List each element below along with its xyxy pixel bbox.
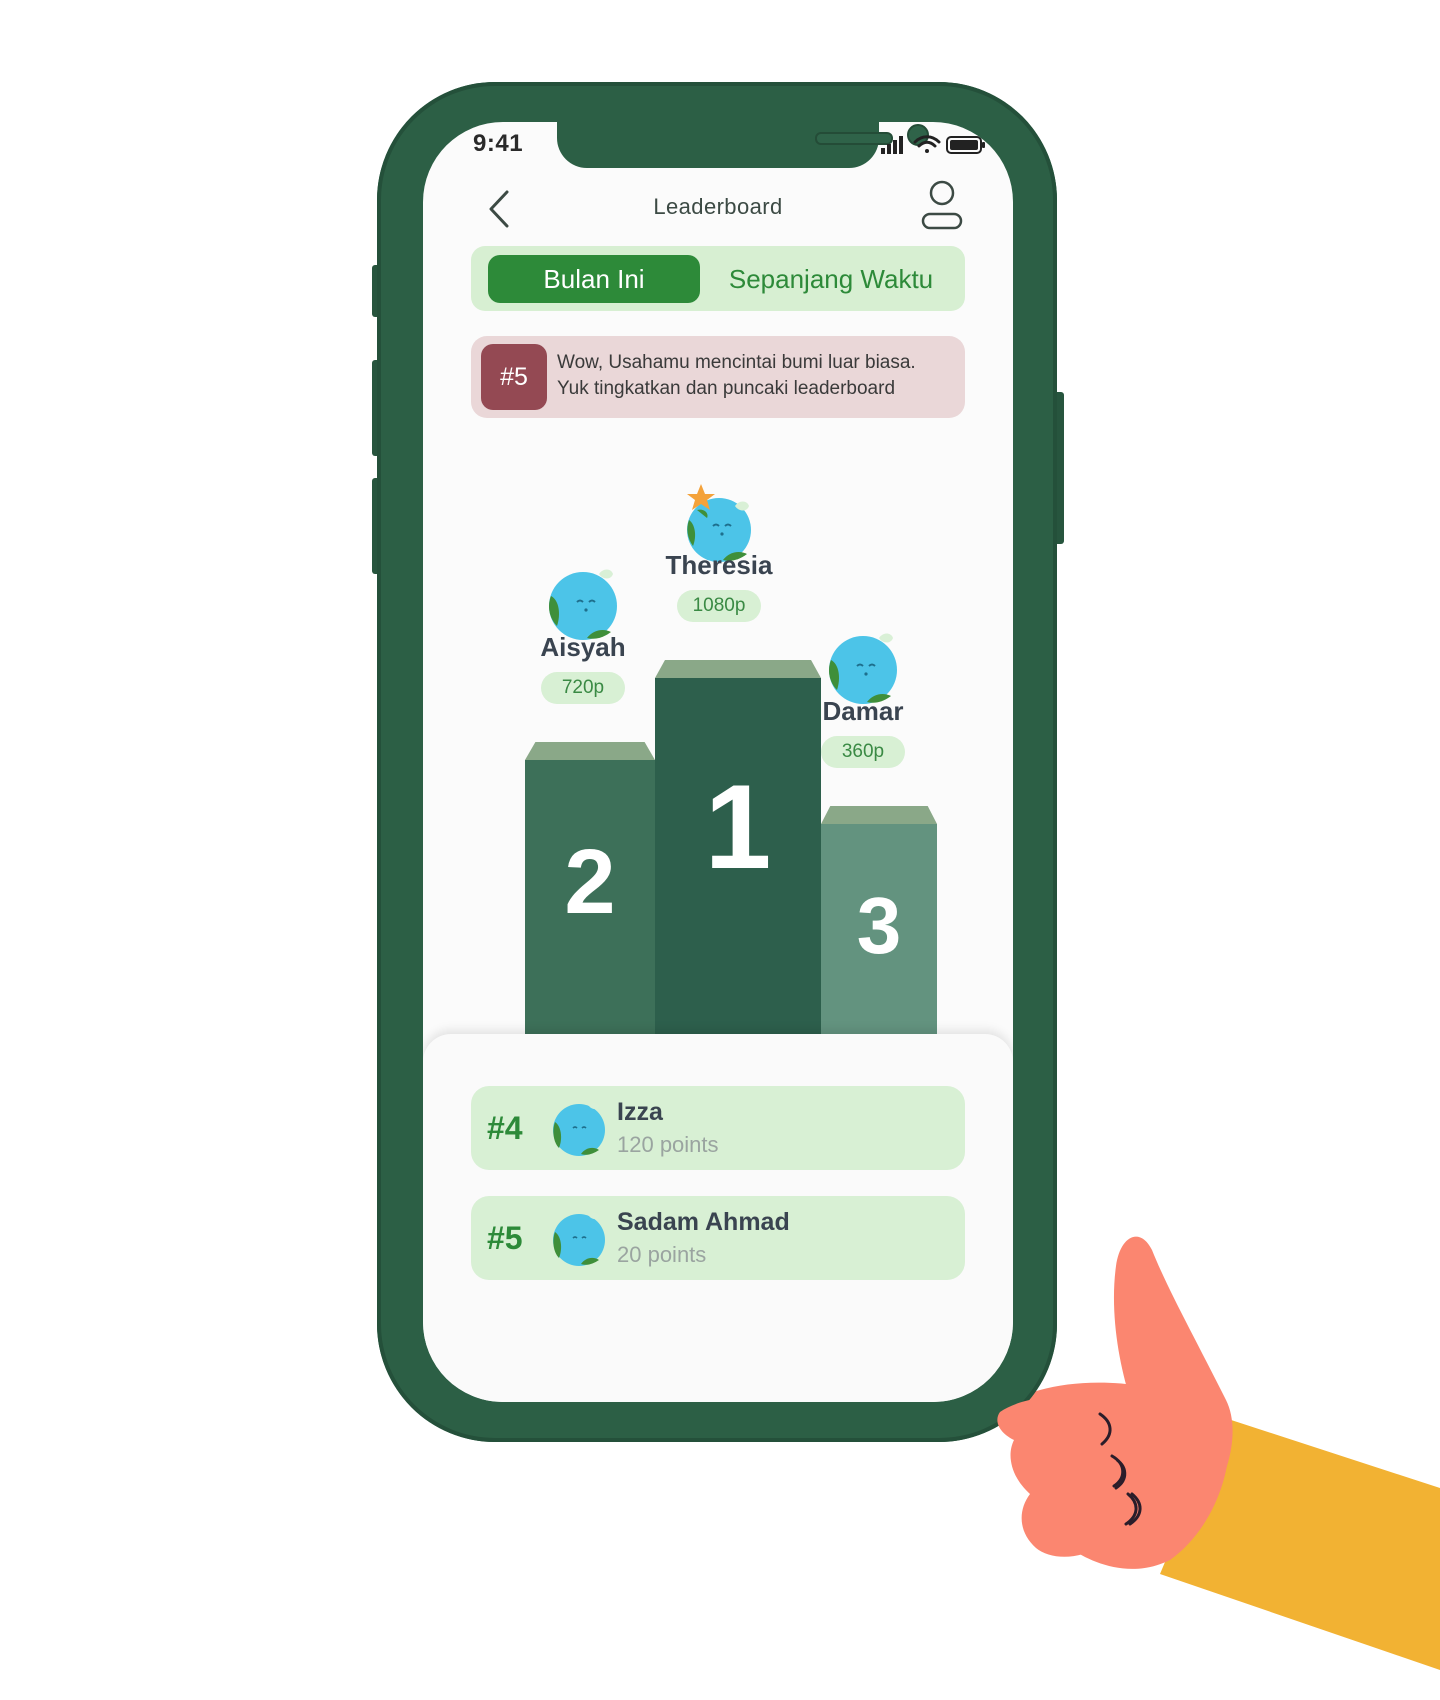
- podium-points-third: 360p: [821, 736, 905, 768]
- period-tabs: Bulan Ini Sepanjang Waktu: [471, 246, 965, 311]
- podium-first-top: [655, 660, 821, 678]
- thumb-shape: [1113, 1236, 1233, 1500]
- finger-crease-front-2: [1110, 1454, 1125, 1488]
- podium-name-first: Theresia: [665, 550, 773, 580]
- signal-icon: [881, 136, 903, 154]
- list-item[interactable]: #4 Izza 120 points: [471, 1086, 965, 1170]
- earth-avatar-icon: [553, 1213, 605, 1266]
- fist-shape: [1009, 1382, 1230, 1569]
- phone-frame: 9:41 Leaderboard Bulan Ini Sepanjang Wak…: [377, 82, 1057, 1442]
- sleeve-shape: [1160, 1418, 1440, 1670]
- list-rank: #5: [487, 1220, 523, 1256]
- podium-first-number: 1: [704, 760, 772, 894]
- profile-icon[interactable]: [917, 178, 967, 240]
- list-points: 20 points: [617, 1242, 707, 1267]
- podium-points-first: 1080p: [677, 590, 761, 622]
- finger-crease-3: [1128, 1492, 1142, 1526]
- phone-screen: 9:41 Leaderboard Bulan Ini Sepanjang Wak…: [423, 122, 1013, 1402]
- podium-third-number: 3: [856, 881, 902, 970]
- fingers-front-shape: [997, 1396, 1119, 1557]
- finger-crease-front-3: [1124, 1492, 1138, 1526]
- list-item[interactable]: #5 Sadam Ahmad 20 points: [471, 1196, 965, 1280]
- list-rank: #4: [487, 1110, 523, 1146]
- rank-banner: #5 Wow, Usahamu mencintai bumi luar bias…: [471, 336, 965, 418]
- podium-second-top: [525, 742, 655, 760]
- finger-crease-front-1: [1098, 1412, 1112, 1446]
- podium-second-block: 2: [525, 760, 655, 1040]
- podium-third-block: 3: [821, 824, 937, 1040]
- banner-message-line1: Wow, Usahamu mencintai bumi luar biasa.: [557, 352, 916, 373]
- list-name: Izza: [617, 1098, 663, 1126]
- podium-third-top: [821, 806, 937, 824]
- podium-name-second: Aisyah: [540, 632, 626, 662]
- finger-crease-2: [1112, 1456, 1127, 1490]
- banner-rank-badge: #5: [481, 344, 547, 410]
- tab-sepanjang-waktu[interactable]: Sepanjang Waktu: [721, 255, 941, 303]
- tab-bulan-ini[interactable]: Bulan Ini: [488, 255, 700, 303]
- earth-avatar-icon: [553, 1103, 605, 1156]
- wifi-icon: [913, 135, 941, 153]
- list-points: 120 points: [617, 1132, 719, 1157]
- podium-second-number: 2: [564, 831, 616, 933]
- podium-points-second: 720p: [541, 672, 625, 704]
- podium-first-block: 1: [655, 678, 821, 1040]
- finger-crease-1: [1100, 1414, 1114, 1448]
- ranking-list-sheet: #4 Izza 120 points #5 Sadam Ahmad 20 poi…: [423, 1034, 1013, 1402]
- status-time: 9:41: [473, 130, 524, 157]
- battery-icon: [946, 136, 985, 154]
- list-name: Sadam Ahmad: [617, 1208, 790, 1236]
- banner-message-line2: Yuk tingkatkan dan puncaki leaderboard: [557, 378, 896, 399]
- notch: [557, 122, 929, 168]
- status-icons: [881, 135, 985, 154]
